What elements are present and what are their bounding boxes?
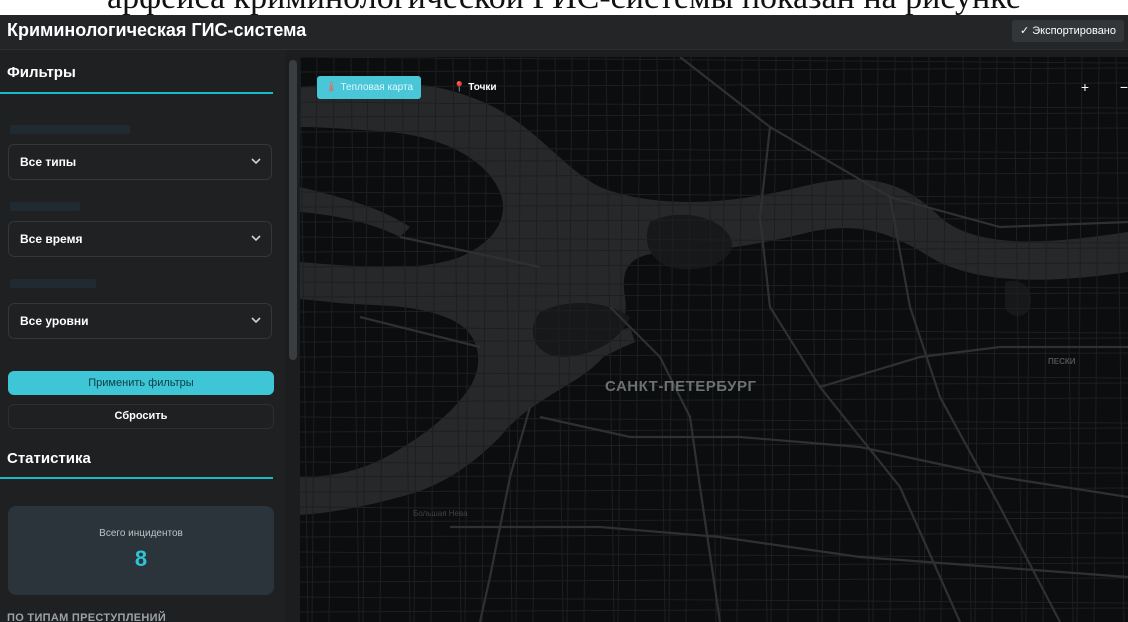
reset-filters-button[interactable]: Сбросить — [8, 404, 274, 429]
statistics-title-underline — [0, 477, 273, 479]
filters-title-underline — [0, 92, 273, 94]
points-mode-button[interactable]: 📍 Точки — [448, 76, 502, 99]
zoom-in-button[interactable]: + — [1076, 76, 1094, 99]
severity-value: Все уровни — [20, 314, 89, 328]
period-select[interactable]: Все время — [8, 221, 272, 257]
city-label: САНКТ-ПЕТЕРБУРГ — [605, 378, 757, 395]
zoom-out-button[interactable]: − — [1115, 76, 1128, 99]
map-view[interactable]: 🌡 Тепловая карта 📍 Точки + − САНКТ-ПЕТЕР… — [300, 57, 1128, 622]
heatmap-mode-label: Тепловая карта — [340, 82, 413, 93]
filters-sidebar: Фильтры Все типы Все время Все уровни Пр… — [0, 50, 286, 622]
district-label: ПЕСКИ — [1048, 357, 1076, 366]
app-title: Криминологическая ГИС-система — [7, 20, 307, 40]
sidebar-scrollbar[interactable] — [289, 60, 297, 360]
river-label: Большая Нева — [413, 509, 468, 518]
chevron-down-icon — [251, 317, 261, 324]
apply-filters-button[interactable]: Применить фильтры — [8, 371, 274, 395]
severity-select[interactable]: Все уровни — [8, 303, 272, 339]
chevron-down-icon — [251, 235, 261, 242]
by-crime-type-heading: ПО ТИПАМ ПРЕСТУПЛЕНИЙ — [7, 612, 167, 622]
filters-title: Фильтры — [7, 64, 76, 81]
crime-type-value: Все типы — [20, 155, 77, 169]
period-label — [10, 202, 80, 211]
crime-type-select[interactable]: Все типы — [8, 144, 272, 180]
heatmap-mode-button[interactable]: 🌡 Тепловая карта — [317, 76, 421, 99]
chevron-down-icon — [251, 158, 261, 165]
pin-icon: 📍 — [453, 82, 466, 93]
total-incidents-card: Всего инцидентов 8 — [8, 506, 274, 595]
map-canvas — [300, 57, 1128, 622]
app-window: Криминологическая ГИС-система ✓ Экспорти… — [0, 15, 1128, 622]
app-header: Криминологическая ГИС-система ✓ Экспорти… — [0, 15, 1128, 50]
severity-label — [10, 279, 96, 288]
crime-type-label — [10, 125, 130, 134]
total-incidents-label: Всего инцидентов — [99, 528, 183, 539]
statistics-title: Статистика — [7, 450, 91, 467]
points-mode-label: Точки — [468, 82, 497, 93]
export-status-badge[interactable]: ✓ Экспортировано — [1011, 20, 1124, 42]
period-value: Все время — [20, 232, 83, 246]
total-incidents-value: 8 — [134, 546, 148, 571]
thermometer-icon: 🌡 — [325, 82, 338, 93]
